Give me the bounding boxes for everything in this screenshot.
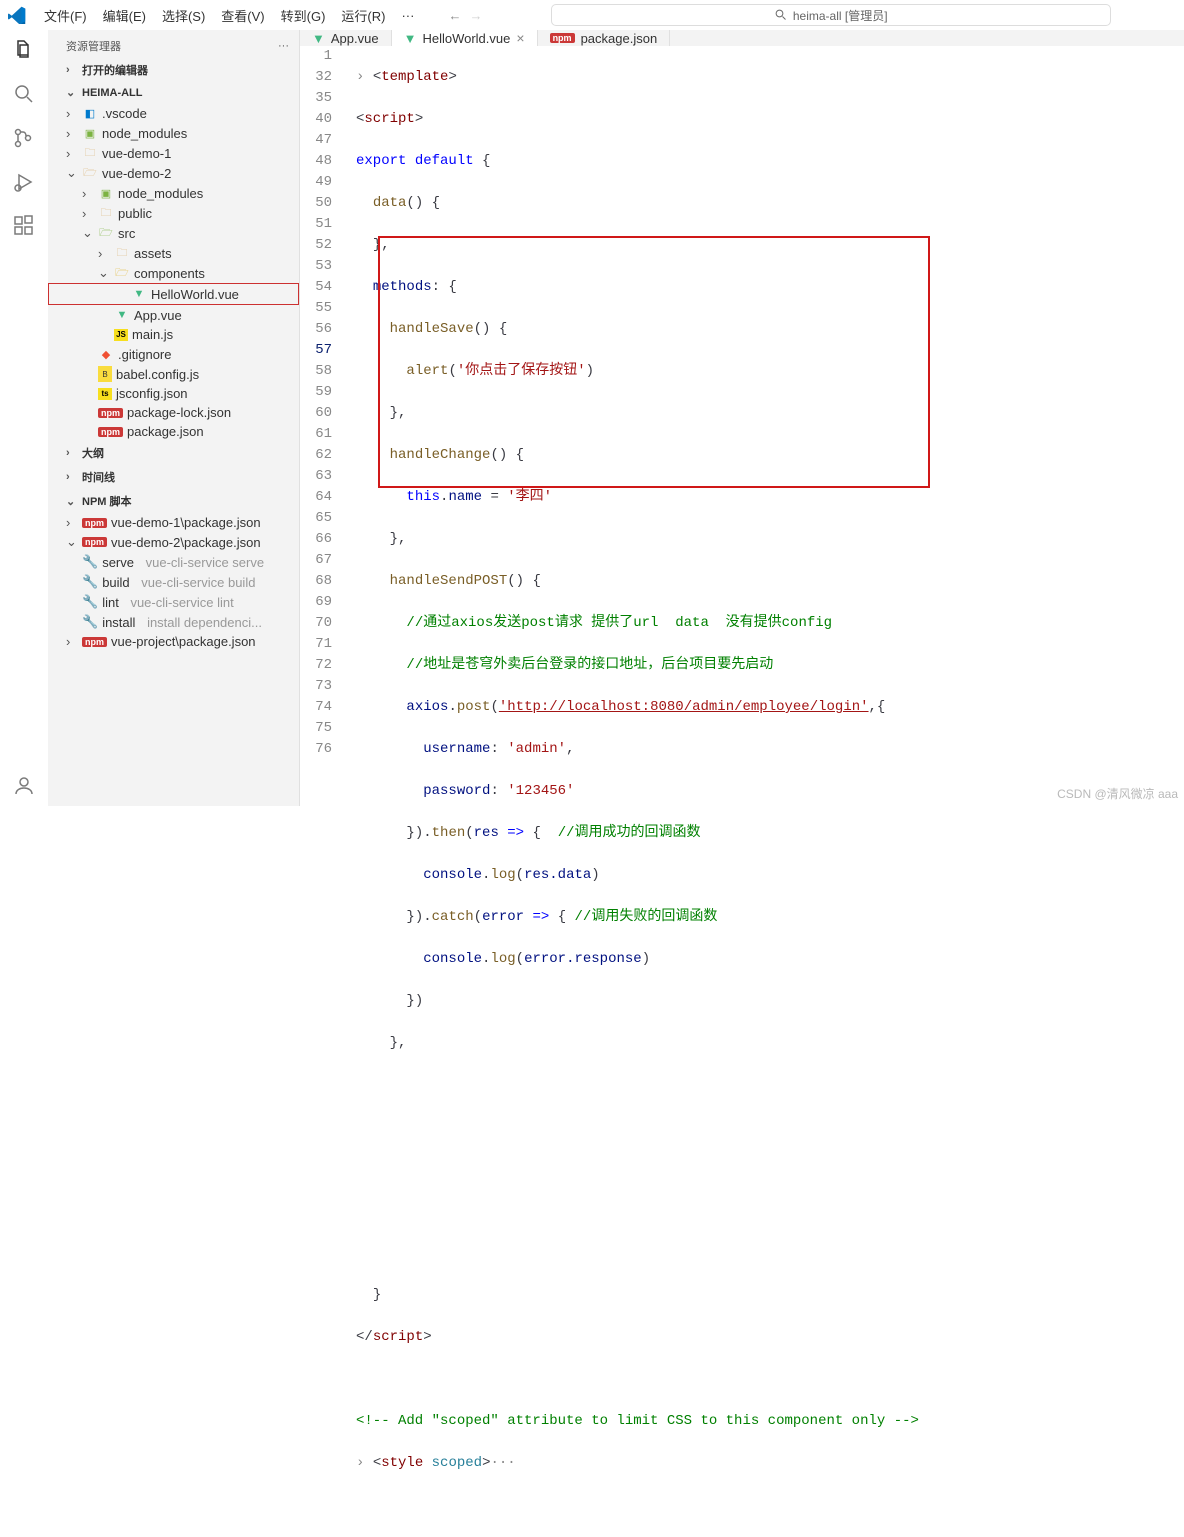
activity-bar <box>0 30 48 806</box>
sidebar: 资源管理器··· ›打开的编辑器 ⌄HEIMA-ALL ›◧.vscode ›▣… <box>48 30 300 806</box>
npm-vue-project[interactable]: ›npmvue-project\package.json <box>48 632 299 651</box>
tree-main-js[interactable]: JSmain.js <box>48 325 299 344</box>
npm-section[interactable]: ⌄NPM 脚本 <box>48 489 299 513</box>
search-activity-icon[interactable] <box>12 82 36 106</box>
workspace-section[interactable]: ⌄HEIMA-ALL <box>48 82 299 103</box>
open-editors-section[interactable]: ›打开的编辑器 <box>48 58 299 82</box>
watermark: CSDN @清风微凉 aaa <box>1057 785 1178 802</box>
tree-vue-demo-1[interactable]: ›🗀vue-demo-1 <box>48 143 299 163</box>
npm-serve[interactable]: 🔧serve vue-cli-service serve <box>48 552 299 572</box>
npm-pkg2[interactable]: ⌄npmvue-demo-2\package.json <box>48 532 299 552</box>
gutter: 1323540474849505152535455565758596061626… <box>300 46 348 1537</box>
vscode-logo <box>8 6 26 24</box>
tree-components[interactable]: ⌄🗁components <box>48 263 299 283</box>
sidebar-more-icon[interactable]: ··· <box>278 40 289 52</box>
tree-helloworld[interactable]: ▼HelloWorld.vue <box>48 283 299 305</box>
npm-lint[interactable]: 🔧lint vue-cli-service lint <box>48 592 299 612</box>
tree-vscode[interactable]: ›◧.vscode <box>48 103 299 123</box>
nav-forward-icon[interactable]: → <box>469 8 482 23</box>
npm-build[interactable]: 🔧build vue-cli-service build <box>48 572 299 592</box>
tree-jsconfig[interactable]: tsjsconfig.json <box>48 384 299 403</box>
menu-select[interactable]: 选择(S) <box>156 4 211 27</box>
tree-vue-demo-2[interactable]: ⌄🗁vue-demo-2 <box>48 163 299 183</box>
tree-public[interactable]: ›🗀public <box>48 203 299 223</box>
tree-node-modules[interactable]: ›▣node_modules <box>48 183 299 203</box>
tabs: ▼App.vue ▼HelloWorld.vue× npmpackage.jso… <box>300 30 1184 46</box>
account-icon[interactable] <box>12 774 36 798</box>
debug-icon[interactable] <box>12 170 36 194</box>
timeline-section[interactable]: ›时间线 <box>48 465 299 489</box>
tab-app[interactable]: ▼App.vue <box>300 30 392 46</box>
tab-hello[interactable]: ▼HelloWorld.vue× <box>392 30 538 46</box>
search-icon <box>775 9 787 21</box>
explorer-icon[interactable] <box>12 38 36 62</box>
menubar: 文件(F) 编辑(E) 选择(S) 查看(V) 转到(G) 运行(R) ··· … <box>0 0 1184 30</box>
sidebar-header: 资源管理器··· <box>48 30 299 58</box>
menu-more[interactable]: ··· <box>395 6 420 25</box>
tree-package-json[interactable]: npmpackage.json <box>48 422 299 441</box>
search-box[interactable]: heima-all [管理员] <box>551 4 1111 26</box>
git-icon[interactable] <box>12 126 36 150</box>
tab-pkg[interactable]: npmpackage.json <box>538 30 671 46</box>
nav-back-icon[interactable]: ← <box>448 8 461 23</box>
code-area[interactable]: 1323540474849505152535455565758596061626… <box>300 46 1184 1537</box>
menu-goto[interactable]: 转到(G) <box>275 4 332 27</box>
close-icon[interactable]: × <box>516 30 524 46</box>
tree-package-lock[interactable]: npmpackage-lock.json <box>48 403 299 422</box>
menu-run[interactable]: 运行(R) <box>335 4 391 27</box>
tree-babel[interactable]: Bbabel.config.js <box>48 364 299 384</box>
search-text: heima-all [管理员] <box>793 7 888 24</box>
outline-section[interactable]: ›大纲 <box>48 441 299 465</box>
menu-view[interactable]: 查看(V) <box>215 4 270 27</box>
tree-node-modules-root[interactable]: ›▣node_modules <box>48 123 299 143</box>
menu-file[interactable]: 文件(F) <box>38 4 93 27</box>
extensions-icon[interactable] <box>12 214 36 238</box>
npm-install[interactable]: 🔧install install dependenci... <box>48 612 299 632</box>
tree-assets[interactable]: ›🗀assets <box>48 243 299 263</box>
npm-pkg1[interactable]: ›npmvue-demo-1\package.json <box>48 513 299 532</box>
tree-app-vue[interactable]: ▼App.vue <box>48 305 299 325</box>
editor: ▼App.vue ▼HelloWorld.vue× npmpackage.jso… <box>300 30 1184 806</box>
tree-src[interactable]: ⌄🗁src <box>48 223 299 243</box>
menu-edit[interactable]: 编辑(E) <box>97 4 152 27</box>
tree-gitignore[interactable]: ◆.gitignore <box>48 344 299 364</box>
